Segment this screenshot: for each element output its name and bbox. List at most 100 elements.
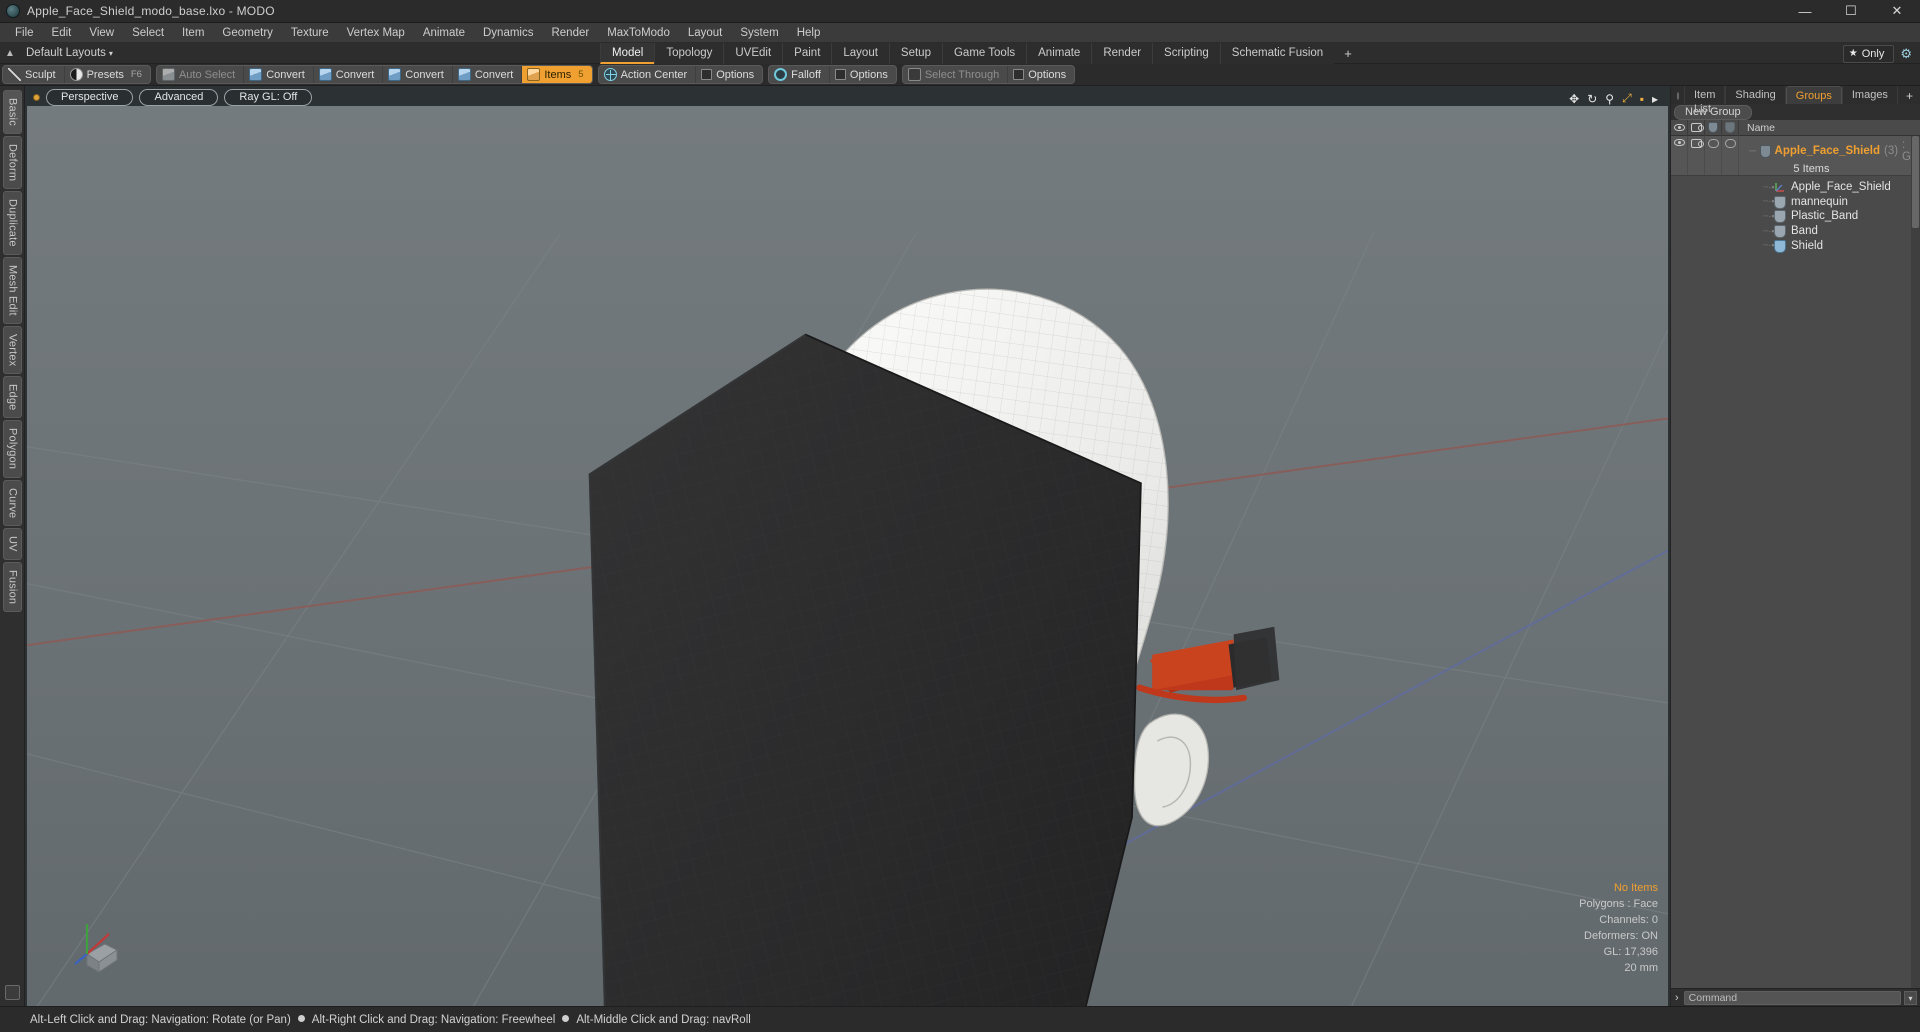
options-box-icon [834, 69, 846, 80]
group-shaded-toggle[interactable] [1705, 136, 1722, 175]
pin-icon[interactable]: ▲ [0, 48, 20, 59]
toolbar-button-sculpt[interactable]: Sculpt [3, 66, 65, 83]
group-item-row[interactable]: ┈·▪ Apple_Face_Shield [1671, 180, 1920, 195]
layout-tab-scripting[interactable]: Scripting [1152, 43, 1220, 64]
group-item-row[interactable]: ┈·▪ Band [1671, 224, 1920, 239]
tree-expand-icon[interactable]: ─ [1749, 146, 1756, 157]
scrollbar-thumb[interactable] [1912, 136, 1919, 228]
menu-item-system[interactable]: System [731, 24, 787, 42]
layout-tab-uvedit[interactable]: UVEdit [723, 43, 783, 64]
layout-tab-game-tools[interactable]: Game Tools [941, 43, 1027, 64]
viewport-shading-pill[interactable]: Advanced [139, 89, 219, 106]
group-item-name: Shield [1791, 239, 1823, 252]
chevron-right-icon[interactable]: ▸ [1652, 92, 1658, 106]
command-dropdown-button[interactable]: ▾ [1904, 990, 1917, 1005]
toolbar-button-convert[interactable]: Convert [314, 66, 384, 83]
wireframe-icon[interactable] [1722, 119, 1739, 136]
panel-tab-groups[interactable]: Groups [1785, 86, 1842, 104]
group-list-body[interactable]: ─ Apple_Face_Shield (3) : Gr… 5 Items ┈·… [1671, 136, 1920, 988]
toolbox-tab-mesh-edit[interactable]: Mesh Edit [2, 256, 22, 324]
group-count: (3) [1883, 145, 1899, 157]
toolbox-tab-edge[interactable]: Edge [2, 375, 22, 419]
toolbox-tab-vertex[interactable]: Vertex [2, 325, 22, 374]
layout-selector[interactable]: Default Layouts ▾ [20, 47, 113, 59]
panel-tab-item-list[interactable]: Item List [1684, 86, 1726, 115]
maximize-button[interactable]: ☐ [1828, 0, 1874, 22]
minimize-button[interactable]: — [1782, 0, 1828, 22]
menu-item-layout[interactable]: Layout [679, 24, 732, 42]
camera-icon[interactable] [1688, 119, 1705, 136]
toolbox-tab-deform[interactable]: Deform [2, 135, 22, 190]
menu-item-maxtomodo[interactable]: MaxToModo [598, 24, 679, 42]
group-item-row[interactable]: ┈·▪ Shield [1671, 238, 1920, 253]
group-wire-toggle[interactable] [1722, 136, 1739, 175]
move-icon[interactable]: ✥ [1569, 92, 1579, 106]
toolbox-tab-curve[interactable]: Curve [2, 479, 22, 526]
menu-item-animate[interactable]: Animate [414, 24, 474, 42]
layout-tab-model[interactable]: Model [600, 43, 655, 64]
group-item-row[interactable]: ┈·▪ Plastic_Band [1671, 209, 1920, 224]
toolbar-button-convert[interactable]: Convert [383, 66, 453, 83]
toolbox-tab-fusion[interactable]: Fusion [2, 561, 22, 612]
eye-icon[interactable] [1671, 119, 1688, 136]
toolbar-button-items[interactable]: Items 5 [522, 66, 592, 83]
layout-tab-setup[interactable]: Setup [888, 43, 942, 64]
close-button[interactable]: ✕ [1874, 0, 1920, 22]
fit-icon[interactable]: ⤢ [1622, 91, 1632, 106]
group-eye-toggle[interactable] [1671, 136, 1688, 175]
menu-item-vertex-map[interactable]: Vertex Map [338, 24, 414, 42]
layout-tab-render[interactable]: Render [1091, 43, 1153, 64]
toolbar-button-options[interactable]: Options [830, 66, 896, 83]
pin-icon[interactable]: ▪ [1640, 92, 1644, 106]
toolbox-tab-uv[interactable]: UV [2, 527, 22, 560]
menu-item-geometry[interactable]: Geometry [213, 24, 282, 42]
command-input[interactable]: Command [1683, 990, 1901, 1005]
toolbar-button-options[interactable]: Options [696, 66, 762, 83]
panel-tab-images[interactable]: Images [1841, 86, 1898, 104]
group-item-row[interactable]: ┈·▪ mannequin [1671, 195, 1920, 210]
group-render-toggle[interactable] [1688, 136, 1705, 175]
menu-item-dynamics[interactable]: Dynamics [474, 24, 542, 42]
viewport-mode-pill[interactable]: Perspective [46, 89, 134, 106]
toolbox-options-button[interactable] [4, 985, 20, 1000]
axis-gizmo[interactable] [65, 908, 135, 978]
menu-item-select[interactable]: Select [123, 24, 173, 42]
zoom-icon[interactable]: ⚲ [1605, 92, 1614, 106]
menu-item-item[interactable]: Item [173, 24, 213, 42]
menu-item-render[interactable]: Render [542, 24, 598, 42]
viewport-3d[interactable]: No Items Polygons : Face Channels: 0 Def… [27, 106, 1668, 1006]
toolbar-button-action-center[interactable]: Action Center [599, 66, 697, 83]
gear-icon[interactable]: ⚙ [1900, 46, 1916, 62]
toolbar-button-presets[interactable]: Presets F6 [65, 66, 150, 83]
toolbox-tab-basic[interactable]: Basic [2, 90, 22, 134]
layout-tab-paint[interactable]: Paint [782, 43, 832, 64]
menu-item-file[interactable]: File [6, 24, 43, 42]
layout-tab-animate[interactable]: Animate [1026, 43, 1092, 64]
menu-item-texture[interactable]: Texture [282, 24, 338, 42]
layout-tab-layout[interactable]: Layout [831, 43, 889, 64]
new-group-button[interactable]: New Group [1674, 104, 1752, 120]
rotate-icon[interactable]: ↻ [1587, 92, 1597, 106]
menu-item-edit[interactable]: Edit [43, 24, 81, 42]
status-bar: Alt-Left Click and Drag: Navigation: Rot… [0, 1006, 1920, 1032]
toolbar-button-label: Presets [86, 68, 124, 81]
add-layout-tab-button[interactable]: + [1334, 43, 1362, 64]
shaded-icon[interactable] [1705, 119, 1722, 136]
toolbar-button-falloff[interactable]: Falloff [769, 66, 830, 83]
group-row[interactable]: ─ Apple_Face_Shield (3) : Gr… 5 Items [1671, 136, 1920, 176]
panel-menu-dot[interactable] [1677, 92, 1679, 100]
menu-item-help[interactable]: Help [788, 24, 830, 42]
add-panel-tab-button[interactable]: + [1898, 88, 1920, 104]
layout-tab-schematic-fusion[interactable]: Schematic Fusion [1219, 43, 1335, 64]
layout-tab-topology[interactable]: Topology [654, 43, 724, 64]
only-toggle[interactable]: ★ Only [1842, 44, 1895, 63]
toolbox-tab-polygon[interactable]: Polygon [2, 420, 22, 478]
viewport-raygl-pill[interactable]: Ray GL: Off [224, 89, 313, 106]
toolbar-button-convert[interactable]: Convert [244, 66, 314, 83]
panel-tab-shading[interactable]: Shading [1725, 86, 1786, 104]
group-list-scrollbar[interactable] [1911, 136, 1920, 988]
toolbox-tab-duplicate[interactable]: Duplicate [2, 191, 22, 255]
toolbar-button-convert[interactable]: Convert [453, 66, 523, 83]
menu-item-view[interactable]: View [80, 24, 123, 42]
toolbar-button-options[interactable]: Options [1008, 66, 1074, 83]
